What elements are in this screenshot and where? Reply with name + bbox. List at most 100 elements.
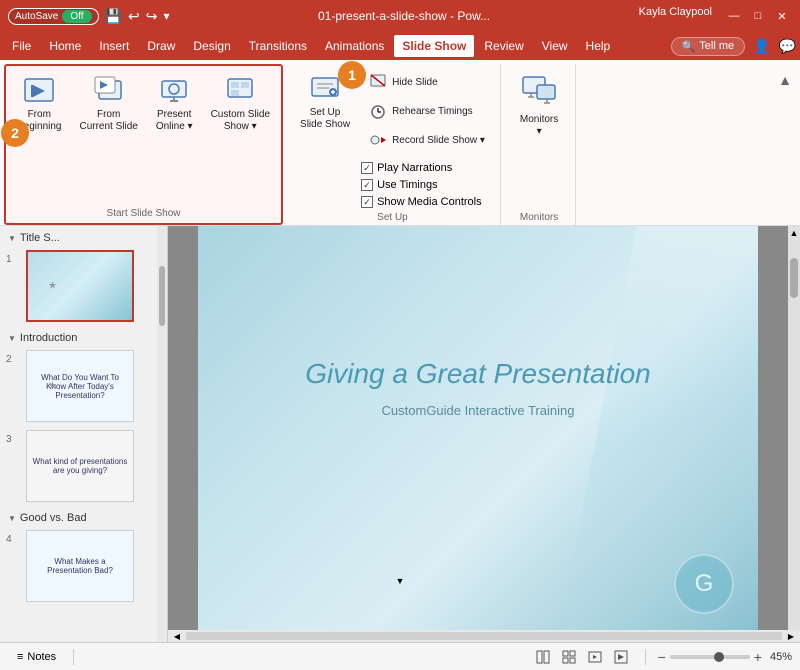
menu-view[interactable]: View [534, 35, 576, 57]
zoom-area: − + 45% [658, 649, 792, 665]
slide-item-3[interactable]: 3 What kind of presentations are you giv… [0, 426, 167, 506]
slide-item-2[interactable]: 2 What Do You Want To Know After Today's… [0, 346, 167, 426]
menu-review[interactable]: Review [476, 35, 531, 57]
undo-button[interactable]: ↩ [128, 8, 140, 25]
custom-slide-show-icon [224, 75, 256, 107]
from-current-slide-icon [93, 75, 125, 107]
rehearse-timings-button[interactable]: Rehearse Timings [361, 97, 492, 125]
slide-item-4[interactable]: 4 What Makes a Presentation Bad? [0, 526, 167, 606]
slide-num-2: 2 [6, 350, 26, 365]
start-slideshow-group-label: Start Slide Show [107, 206, 181, 219]
zoom-slider-thumb[interactable] [714, 652, 724, 662]
scroll-thumb[interactable] [790, 258, 798, 298]
menu-file[interactable]: File [4, 35, 39, 57]
menu-bar: File Home Insert Draw Design Transitions… [0, 32, 800, 60]
menu-insert[interactable]: Insert [91, 35, 137, 57]
menu-animations[interactable]: Animations [317, 35, 392, 57]
save-button[interactable]: 💾 [105, 8, 122, 25]
section-goodvsbad[interactable]: ▼ Good vs. Bad [0, 506, 167, 526]
setup-group-label: Set Up [377, 210, 408, 223]
use-timings-item[interactable]: ✓ Use Timings [361, 177, 492, 193]
autosave-toggle[interactable]: Off [62, 10, 91, 23]
vertical-scrollbar[interactable]: ▲ ▼ [788, 226, 800, 630]
monitors-button[interactable]: Monitors▾ [511, 68, 567, 143]
user-name: Kayla Claypool [639, 6, 712, 26]
slide-sorter-button[interactable] [557, 647, 581, 667]
menu-draw[interactable]: Draw [139, 35, 183, 57]
menu-design[interactable]: Design [185, 35, 238, 57]
setup-col: Hide Slide Rehearse Timings [361, 68, 492, 210]
present-online-button[interactable]: PresentOnline ▾ [149, 70, 200, 138]
zoom-percent: 45% [770, 651, 792, 663]
slide-canvas-area[interactable]: Giving a Great Presentation CustomGuide … [168, 226, 788, 630]
title-bar-right: Kayla Claypool — □ ✕ [639, 6, 792, 26]
from-beginning-icon [23, 75, 55, 107]
scroll-up-button[interactable]: ▲ [788, 226, 800, 238]
redo-button[interactable]: ↪ [146, 8, 158, 25]
hide-slide-label: Hide Slide [392, 77, 438, 88]
slide-thumb-1-bg [28, 252, 132, 320]
maximize-button[interactable]: □ [748, 6, 768, 26]
scroll-down-button[interactable]: ▼ [168, 576, 800, 586]
search-input[interactable]: 🔍 Tell me [671, 37, 746, 56]
ribbon-group-monitors: Monitors▾ Monitors [503, 64, 576, 225]
horizontal-scrollbar[interactable]: ◀ ▶ [168, 630, 800, 642]
menu-home[interactable]: Home [41, 35, 89, 57]
notes-button[interactable]: ≡ Notes [8, 648, 65, 666]
slide-thumb-4-bg: What Makes a Presentation Bad? [27, 531, 133, 601]
menu-slideshow[interactable]: Slide Show [394, 35, 474, 57]
search-label: Tell me [699, 40, 734, 52]
comments-button[interactable]: 💬 [779, 38, 796, 55]
zoom-plus-button[interactable]: + [754, 649, 762, 665]
show-media-controls-checkbox[interactable]: ✓ [361, 196, 373, 208]
slide-main: Giving a Great Presentation CustomGuide … [168, 226, 800, 642]
reading-view-button[interactable] [583, 647, 607, 667]
custom-slide-show-label: Custom SlideShow ▾ [211, 109, 270, 133]
show-media-controls-item[interactable]: ✓ Show Media Controls [361, 194, 492, 210]
ribbon-group-setup: Set UpSlide Show 1 Hide Slide [285, 64, 501, 225]
slideshow-view-button[interactable] [609, 647, 633, 667]
custom-slide-show-button[interactable]: Custom SlideShow ▾ [204, 70, 277, 138]
from-current-slide-button[interactable]: FromCurrent Slide [72, 70, 144, 138]
bottom-separator-2 [645, 649, 646, 665]
slide-num-1: 1 [6, 250, 26, 265]
bottom-bar: ≡ Notes − + 45% [0, 642, 800, 670]
record-slide-show-button[interactable]: Record Slide Show ▾ [361, 126, 492, 154]
section-introduction-label: Introduction [20, 332, 77, 344]
setup-slideshow-icon [309, 73, 341, 105]
monitors-icon [521, 73, 557, 112]
slide-num-3: 3 [6, 430, 26, 445]
scroll-right-button[interactable]: ▶ [784, 630, 798, 642]
zoom-slider[interactable] [670, 655, 750, 659]
setup-slideshow-button[interactable]: Set UpSlide Show 1 [293, 68, 357, 136]
minimize-button[interactable]: — [724, 6, 744, 26]
section-title[interactable]: ▼ Title S... [0, 226, 167, 246]
play-narrations-checkbox[interactable]: ✓ [361, 162, 373, 174]
slide-star-1: ★ [48, 281, 57, 292]
menu-help[interactable]: Help [578, 35, 619, 57]
monitors-label: Monitors▾ [520, 114, 558, 138]
from-beginning-button[interactable]: FromBeginning 2 [10, 70, 68, 138]
scroll-left-button[interactable]: ◀ [170, 630, 184, 642]
play-narrations-label: Play Narrations [377, 162, 452, 174]
section-chevron-title: ▼ [8, 234, 16, 243]
slide-scroll-area: Giving a Great Presentation CustomGuide … [168, 226, 800, 630]
slide-thumb-2-bg: What Do You Want To Know After Today's P… [27, 351, 133, 421]
normal-view-button[interactable] [531, 647, 555, 667]
start-slideshow-items: FromBeginning 2 FromCurrent Slide [10, 70, 277, 206]
section-chevron-gvb: ▼ [8, 514, 16, 523]
zoom-minus-button[interactable]: − [658, 649, 666, 665]
hide-slide-icon [368, 72, 388, 92]
play-narrations-item[interactable]: ✓ Play Narrations [361, 160, 492, 176]
monitors-group-label: Monitors [520, 210, 558, 223]
section-introduction[interactable]: ▼ Introduction [0, 326, 167, 346]
ribbon-collapse-button[interactable]: ▲ [774, 68, 796, 92]
use-timings-checkbox[interactable]: ✓ [361, 179, 373, 191]
use-timings-label: Use Timings [377, 179, 438, 191]
menu-transitions[interactable]: Transitions [241, 35, 315, 57]
close-button[interactable]: ✕ [772, 6, 792, 26]
slide-item-1[interactable]: 1 ★ [0, 246, 167, 326]
share-button[interactable]: 👤 [753, 38, 770, 55]
hide-slide-button[interactable]: Hide Slide [361, 68, 492, 96]
record-slideshow-icon [368, 130, 388, 150]
